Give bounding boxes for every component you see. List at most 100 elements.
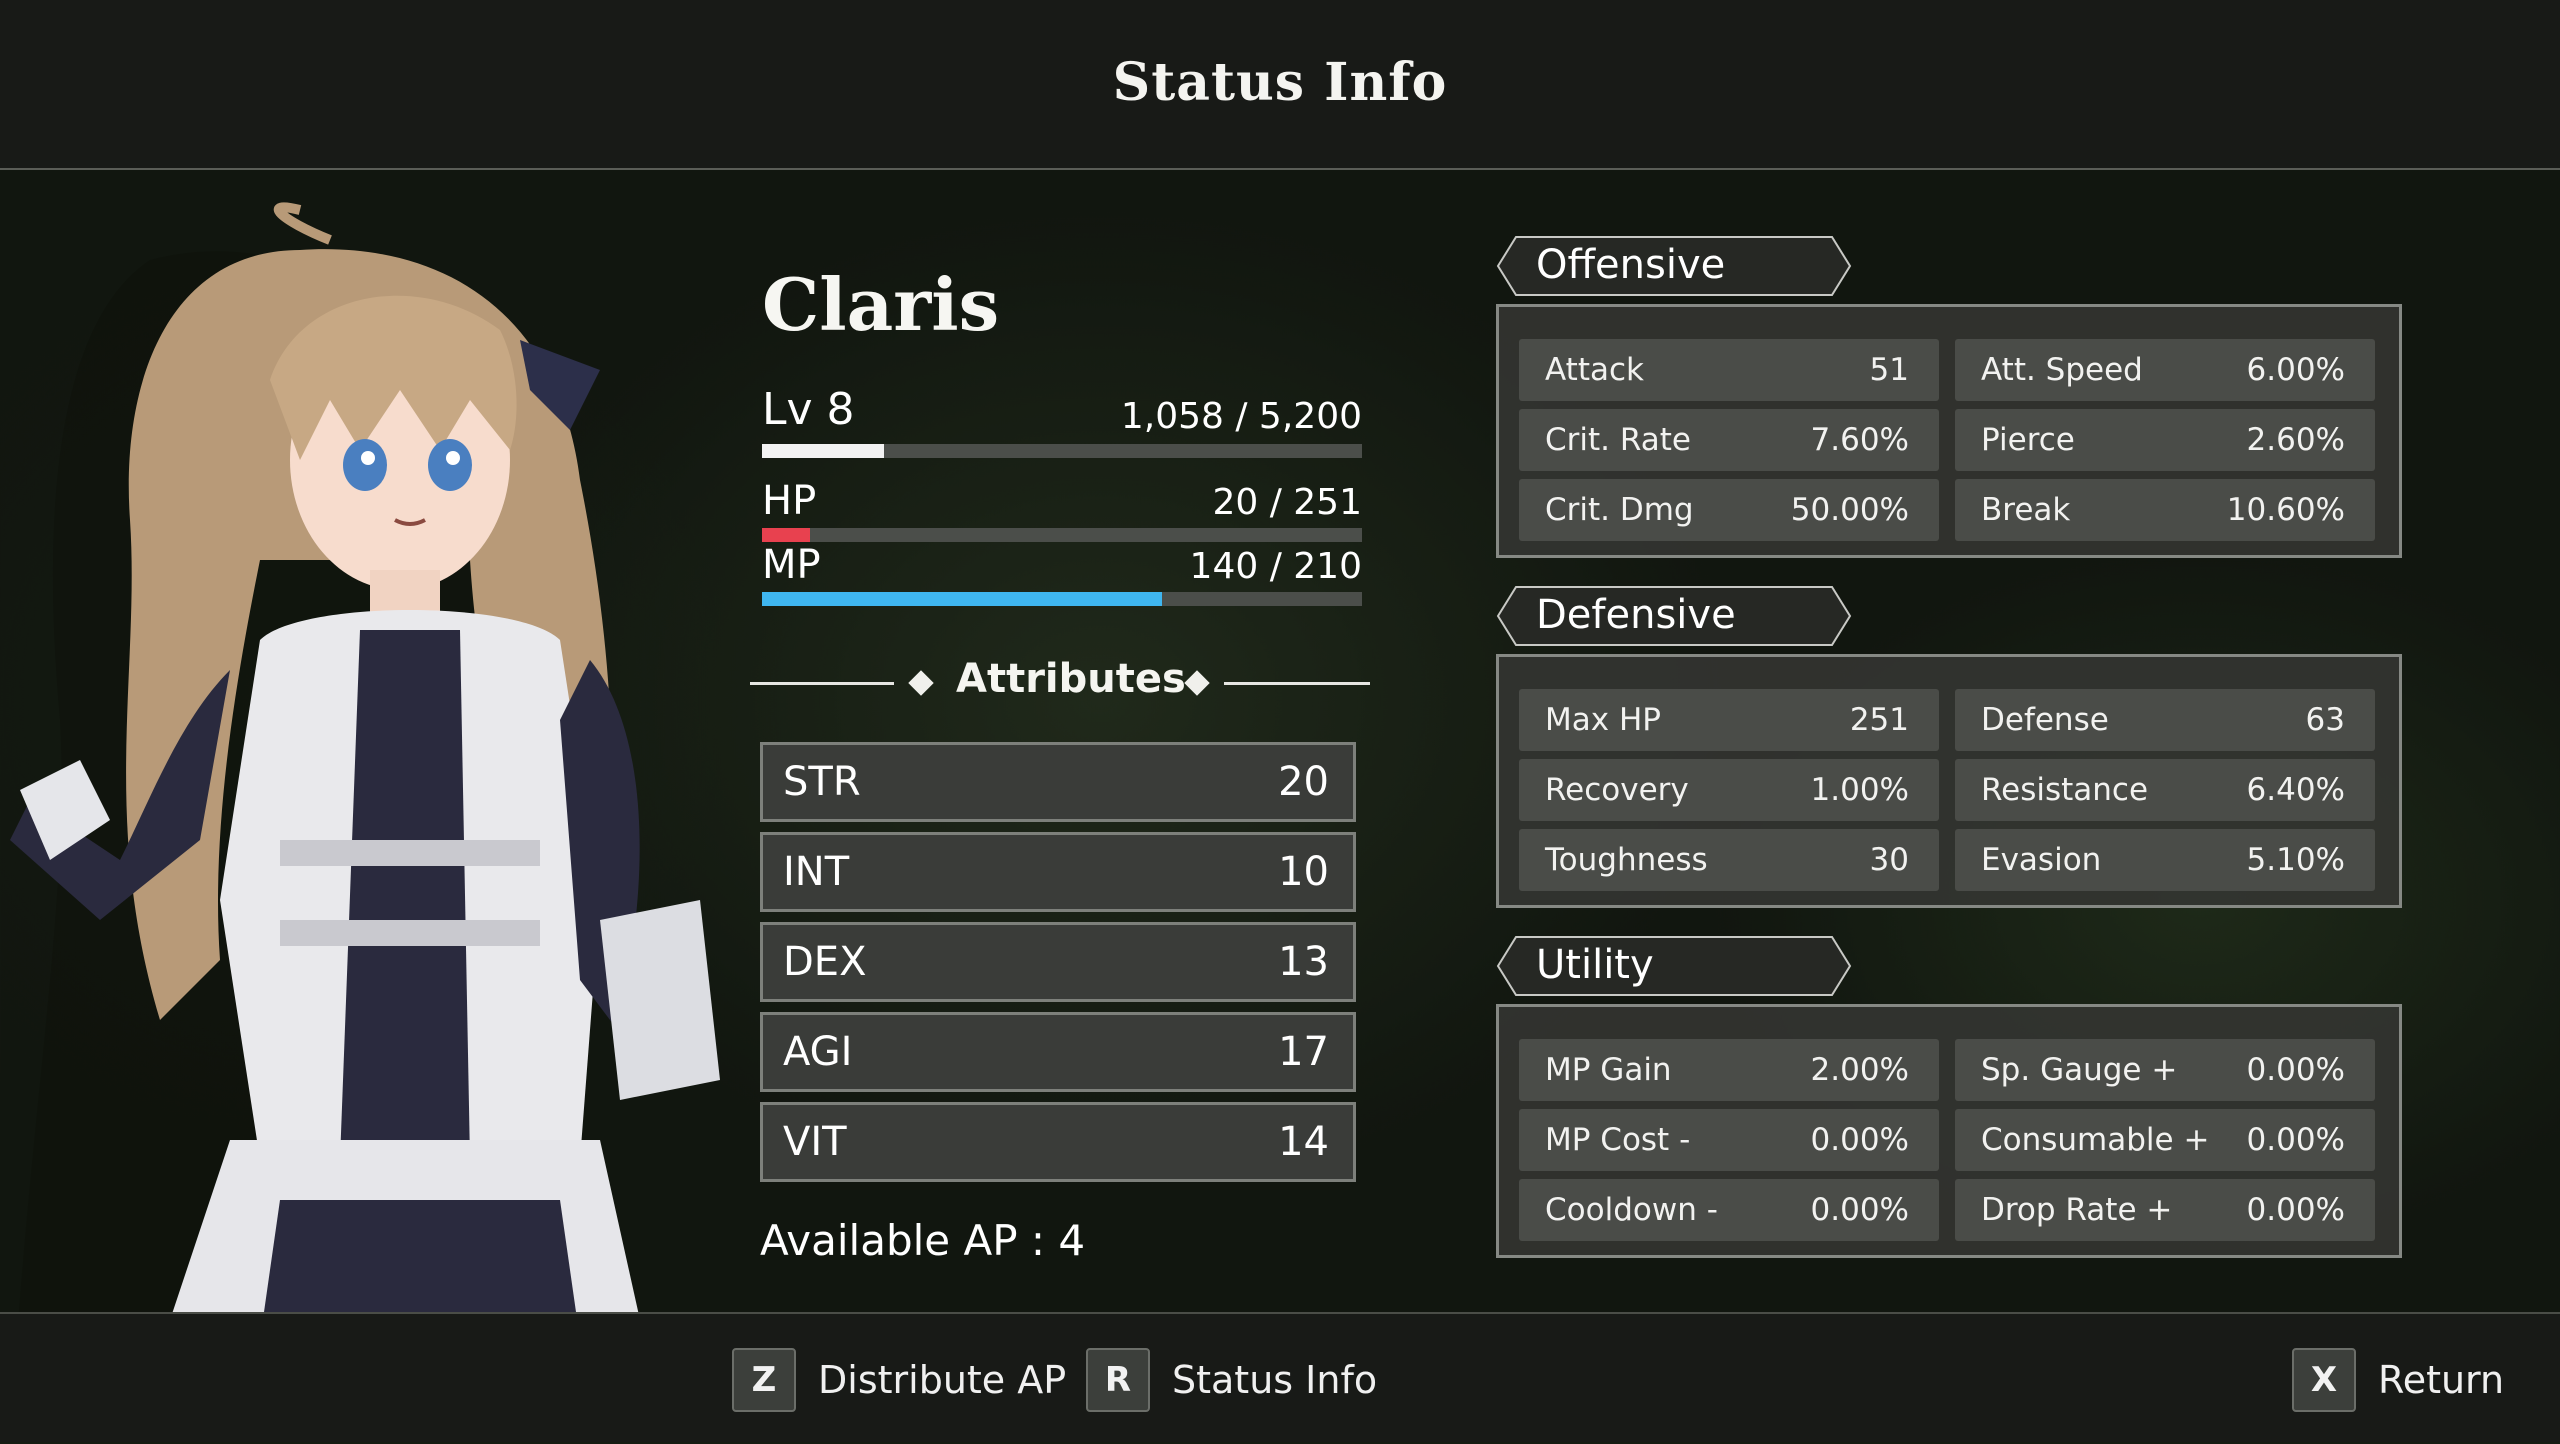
- stat-drop-rate: Drop Rate + 0.00%: [1955, 1179, 2375, 1241]
- stat-crit-rate: Crit. Rate 7.60%: [1519, 409, 1939, 471]
- attributes-title: Attributes: [956, 656, 1186, 702]
- attribute-label: STR: [783, 759, 861, 805]
- section-tag-defensive: Defensive: [1496, 586, 1852, 646]
- section-title: Utility: [1536, 942, 1654, 988]
- stat-break: Break 10.60%: [1955, 479, 2375, 541]
- stat-recovery: Recovery 1.00%: [1519, 759, 1939, 821]
- status-info-label: Status Info: [1172, 1358, 1378, 1402]
- stat-value: 51: [1869, 352, 1909, 388]
- exp-bar-fill: [762, 444, 885, 458]
- attribute-label: AGI: [783, 1029, 853, 1075]
- header-bar: Status Info: [0, 0, 2560, 170]
- stat-label: MP Cost -: [1545, 1122, 1691, 1158]
- stat-label: Break: [1981, 492, 2071, 528]
- stat-value: 6.00%: [2246, 352, 2345, 388]
- stat-label: Toughness: [1545, 842, 1708, 878]
- stat-value: 0.00%: [1810, 1122, 1909, 1158]
- distribute-ap-label: Distribute AP: [818, 1358, 1067, 1402]
- stat-att-speed: Att. Speed 6.00%: [1955, 339, 2375, 401]
- stat-label: Resistance: [1981, 772, 2149, 808]
- stat-evasion: Evasion 5.10%: [1955, 829, 2375, 891]
- attribute-label: VIT: [783, 1119, 847, 1165]
- attribute-row-vit[interactable]: VIT 14: [760, 1102, 1356, 1182]
- stat-value: 30: [1869, 842, 1909, 878]
- attribute-value: 13: [1278, 939, 1329, 985]
- mp-bar-fill: [762, 592, 1163, 606]
- stat-crit-dmg: Crit. Dmg 50.00%: [1519, 479, 1939, 541]
- stat-value: 0.00%: [2246, 1192, 2345, 1228]
- stat-label: Defense: [1981, 702, 2109, 738]
- section-tag-utility: Utility: [1496, 936, 1852, 996]
- stat-value: 6.40%: [2246, 772, 2345, 808]
- attribute-row-int[interactable]: INT 10: [760, 832, 1356, 912]
- stat-value: 50.00%: [1790, 492, 1909, 528]
- stat-mp-gain: MP Gain 2.00%: [1519, 1039, 1939, 1101]
- stat-cooldown: Cooldown - 0.00%: [1519, 1179, 1939, 1241]
- stat-toughness: Toughness 30: [1519, 829, 1939, 891]
- stat-label: Pierce: [1981, 422, 2075, 458]
- stat-label: Evasion: [1981, 842, 2102, 878]
- stat-label: Drop Rate +: [1981, 1192, 2173, 1228]
- hp-bar: [762, 528, 1362, 542]
- stat-value: 2.60%: [2246, 422, 2345, 458]
- attribute-value: 14: [1278, 1119, 1329, 1165]
- stat-attack: Attack 51: [1519, 339, 1939, 401]
- stat-label: Cooldown -: [1545, 1192, 1718, 1228]
- mp-label: MP: [762, 542, 821, 588]
- stat-value: 251: [1849, 702, 1909, 738]
- attribute-value: 20: [1278, 759, 1329, 805]
- stat-label: MP Gain: [1545, 1052, 1672, 1088]
- attribute-row-dex[interactable]: DEX 13: [760, 922, 1356, 1002]
- stat-label: Crit. Rate: [1545, 422, 1691, 458]
- attribute-label: DEX: [783, 939, 867, 985]
- attribute-row-str[interactable]: STR 20: [760, 742, 1356, 822]
- stat-resistance: Resistance 6.40%: [1955, 759, 2375, 821]
- distribute-ap-button[interactable]: Z Distribute AP: [732, 1346, 1066, 1414]
- stat-max-hp: Max HP 251: [1519, 689, 1939, 751]
- attribute-row-agi[interactable]: AGI 17: [760, 1012, 1356, 1092]
- available-ap: Available AP : 4: [760, 1216, 1086, 1265]
- status-info-button[interactable]: R Status Info: [1086, 1346, 1377, 1414]
- stat-label: Max HP: [1545, 702, 1661, 738]
- return-label: Return: [2378, 1358, 2505, 1402]
- stat-value: 1.00%: [1810, 772, 1909, 808]
- attributes-divider-right: [1224, 682, 1370, 685]
- level-label: Lv 8: [762, 384, 855, 435]
- stat-value: 0.00%: [1810, 1192, 1909, 1228]
- stat-consumable: Consumable + 0.00%: [1955, 1109, 2375, 1171]
- stat-label: Sp. Gauge +: [1981, 1052, 2178, 1088]
- stat-defense: Defense 63: [1955, 689, 2375, 751]
- section-title: Defensive: [1536, 592, 1736, 638]
- stat-value: 5.10%: [2246, 842, 2345, 878]
- mp-bar: [762, 592, 1362, 606]
- character-name: Claris: [762, 262, 1000, 347]
- stat-label: Recovery: [1545, 772, 1689, 808]
- return-button[interactable]: X Return: [2292, 1346, 2504, 1414]
- stat-value: 0.00%: [2246, 1122, 2345, 1158]
- attribute-value: 17: [1278, 1029, 1329, 1075]
- character-portrait: [0, 200, 740, 1440]
- exp-value: 1,058 / 5,200: [1120, 396, 1362, 437]
- hp-value: 20 / 251: [1212, 482, 1362, 523]
- utility-stats-panel: MP Gain 2.00% Sp. Gauge + 0.00% MP Cost - 0…: [1496, 1004, 2402, 1258]
- stat-value: 2.00%: [1810, 1052, 1909, 1088]
- defensive-stats-panel: Max HP 251 Defense 63 Recovery 1.00% Resist…: [1496, 654, 2402, 908]
- stat-value: 63: [2305, 702, 2345, 738]
- stat-value: 7.60%: [1810, 422, 1909, 458]
- attributes-divider-left: [750, 682, 894, 685]
- stat-label: Attack: [1545, 352, 1644, 388]
- stat-label: Consumable +: [1981, 1122, 2210, 1158]
- key-r-icon: R: [1086, 1348, 1150, 1412]
- stat-mp-cost: MP Cost - 0.00%: [1519, 1109, 1939, 1171]
- stat-value: 10.60%: [2226, 492, 2345, 528]
- stat-label: Crit. Dmg: [1545, 492, 1694, 528]
- stat-value: 0.00%: [2246, 1052, 2345, 1088]
- attribute-label: INT: [783, 849, 850, 895]
- page-title: Status Info: [1112, 52, 1448, 113]
- attribute-value: 10: [1278, 849, 1329, 895]
- exp-bar: [762, 444, 1362, 458]
- key-z-icon: Z: [732, 1348, 796, 1412]
- section-title: Offensive: [1536, 242, 1726, 288]
- section-tag-offensive: Offensive: [1496, 236, 1852, 296]
- key-x-icon: X: [2292, 1348, 2356, 1412]
